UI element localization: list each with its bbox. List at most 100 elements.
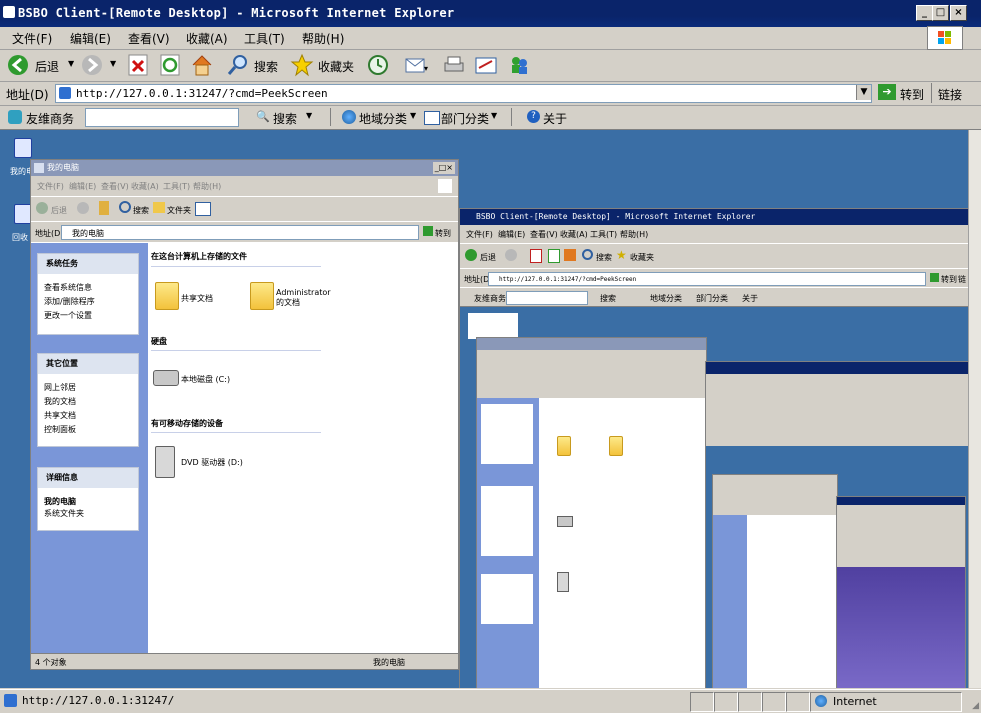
- other-place-item[interactable]: 网上邻居: [44, 382, 76, 393]
- nested-dept-button[interactable]: 部门分类: [696, 293, 728, 304]
- other-place-item[interactable]: 我的文档: [44, 396, 76, 407]
- search-dropdown-icon[interactable]: ▼: [306, 111, 312, 120]
- linksbar-search-input[interactable]: [85, 108, 239, 127]
- favorites-star-icon[interactable]: [290, 53, 314, 77]
- system-tasks-heading[interactable]: 系统任务: [38, 254, 138, 274]
- edit-icon[interactable]: [474, 53, 498, 77]
- nested-linksbar-search[interactable]: 搜索: [600, 293, 616, 304]
- nested-home-icon[interactable]: [564, 249, 576, 261]
- go-button[interactable]: 转到: [900, 86, 924, 103]
- system-task-item[interactable]: 更改一个设置: [44, 310, 92, 321]
- admin-docs-folder-icon[interactable]: [250, 282, 274, 310]
- maximize-button[interactable]: □: [932, 5, 949, 21]
- refresh-icon[interactable]: [159, 53, 181, 77]
- explorer-menu-edit[interactable]: 编辑(E): [69, 181, 96, 192]
- menu-help[interactable]: 帮助(H): [302, 30, 344, 47]
- explorer-folders-icon[interactable]: [153, 202, 165, 213]
- print-icon[interactable]: [442, 53, 466, 77]
- stop-icon[interactable]: [127, 53, 149, 77]
- nested-menu-help[interactable]: 帮助(H): [620, 229, 648, 240]
- nested-about-button[interactable]: 关于: [742, 293, 758, 304]
- history-icon[interactable]: [366, 53, 390, 77]
- nested-linksbar-search-input[interactable]: [506, 291, 588, 305]
- region-category-button[interactable]: 地域分类: [359, 110, 407, 127]
- explorer-menu-tools[interactable]: 工具(T): [163, 181, 190, 192]
- linksbar-search-button[interactable]: 搜索: [273, 110, 297, 127]
- explorer-menu-file[interactable]: 文件(F): [37, 181, 64, 192]
- shared-docs-folder-icon[interactable]: [155, 282, 179, 310]
- forward-dropdown-icon[interactable]: ▼: [110, 59, 116, 68]
- nested-menu-edit[interactable]: 编辑(E): [498, 229, 525, 240]
- nested-forward-icon[interactable]: [505, 249, 517, 261]
- favorites-button[interactable]: 收藏夹: [318, 58, 354, 75]
- nested-back-icon[interactable]: [465, 249, 477, 261]
- nested-address-input[interactable]: http://127.0.0.1:31247/?cmd=PeekScreen: [488, 272, 926, 286]
- search-icon[interactable]: [226, 53, 250, 77]
- details-heading[interactable]: 详细信息: [38, 468, 138, 488]
- explorer-back-icon[interactable]: [36, 202, 48, 214]
- nested-search-icon[interactable]: [582, 249, 593, 260]
- menu-tools[interactable]: 工具(T): [244, 30, 285, 47]
- department-category-button[interactable]: 部门分类: [441, 110, 489, 127]
- explorer-up-icon[interactable]: [99, 201, 109, 215]
- close-button[interactable]: ×: [950, 5, 967, 21]
- shared-docs-label[interactable]: 共享文档: [181, 293, 213, 304]
- explorer-views-icon[interactable]: [195, 202, 211, 216]
- nested-links-label[interactable]: 链: [958, 274, 966, 285]
- dvd-drive-label[interactable]: DVD 驱动器 (D:): [181, 457, 243, 468]
- resize-grip-icon[interactable]: ◢: [972, 701, 979, 711]
- address-dropdown-icon[interactable]: ▼: [856, 85, 871, 100]
- my-computer-window[interactable]: 我的电脑 _□× 文件(F) 编辑(E) 查看(V) 收藏(A) 工具(T) 帮…: [30, 159, 459, 670]
- remote-desktop-view[interactable]: 我的电 回收 我的电脑 _□× 文件(F) 编辑(E) 查看(V) 收藏(A) …: [0, 130, 968, 688]
- search-button[interactable]: 搜索: [254, 58, 278, 75]
- nested-menu-view[interactable]: 查看(V): [530, 229, 558, 240]
- go-arrow-icon[interactable]: ➔: [878, 84, 896, 100]
- system-task-item[interactable]: 查看系统信息: [44, 282, 92, 293]
- explorer-menu-help[interactable]: 帮助(H): [193, 181, 221, 192]
- address-input[interactable]: http://127.0.0.1:31247/?cmd=PeekScreen ▼: [55, 84, 872, 103]
- explorer-menu-favorites[interactable]: 收藏(A): [131, 181, 159, 192]
- minimize-button[interactable]: _: [916, 5, 933, 21]
- other-place-item[interactable]: 控制面板: [44, 424, 76, 435]
- nested-back-button[interactable]: 后退: [480, 252, 496, 263]
- explorer-go-button[interactable]: 转到: [435, 228, 451, 239]
- nested-favorites-icon[interactable]: ★: [616, 248, 627, 262]
- mail-icon[interactable]: ▾: [404, 53, 430, 77]
- explorer-search-icon[interactable]: [119, 201, 131, 213]
- about-button[interactable]: 关于: [543, 110, 567, 127]
- explorer-window-buttons[interactable]: _□×: [432, 162, 455, 174]
- menu-edit[interactable]: 编辑(E): [70, 30, 111, 47]
- explorer-go-icon[interactable]: [423, 226, 433, 236]
- region-dropdown-icon[interactable]: ▼: [410, 111, 416, 120]
- nested-menu-tools[interactable]: 工具(T): [590, 229, 617, 240]
- menu-favorites[interactable]: 收藏(A): [186, 30, 228, 47]
- back-button[interactable]: 后退: [35, 58, 59, 75]
- admin-docs-label[interactable]: Administrator 的文档: [276, 288, 338, 308]
- back-dropdown-icon[interactable]: ▼: [68, 59, 74, 68]
- menu-file[interactable]: 文件(F): [12, 30, 52, 47]
- forward-arrow-icon[interactable]: [80, 53, 104, 77]
- my-computer-desktop-icon[interactable]: [14, 138, 32, 158]
- vertical-scrollbar[interactable]: [968, 130, 981, 688]
- explorer-back-button[interactable]: 后退: [51, 205, 67, 216]
- nested-favorites-button[interactable]: 收藏夹: [630, 252, 654, 263]
- home-icon[interactable]: [190, 53, 214, 77]
- nested-go-button[interactable]: 转到: [941, 274, 957, 285]
- local-disk-icon[interactable]: [153, 370, 179, 386]
- nested-refresh-icon[interactable]: [548, 249, 560, 263]
- explorer-forward-icon[interactable]: [77, 202, 89, 214]
- dvd-drive-icon[interactable]: [155, 446, 175, 478]
- nested-stop-icon[interactable]: [530, 249, 542, 263]
- dept-dropdown-icon[interactable]: ▼: [491, 111, 497, 120]
- nested-menu-favorites[interactable]: 收藏(A): [560, 229, 588, 240]
- nested-menu-file[interactable]: 文件(F): [466, 229, 493, 240]
- explorer-menu-view[interactable]: 查看(V): [101, 181, 129, 192]
- nested-search-button[interactable]: 搜索: [596, 252, 612, 263]
- nested-ie-window[interactable]: BSBO Client-[Remote Desktop] - Microsoft…: [459, 208, 968, 688]
- nested-go-icon[interactable]: [930, 273, 939, 282]
- system-task-item[interactable]: 添加/删除程序: [44, 296, 95, 307]
- other-place-item[interactable]: 共享文档: [44, 410, 76, 421]
- explorer-address-input[interactable]: 我的电脑: [61, 225, 419, 240]
- menu-view[interactable]: 查看(V): [128, 30, 170, 47]
- explorer-search-button[interactable]: 搜索: [133, 205, 149, 216]
